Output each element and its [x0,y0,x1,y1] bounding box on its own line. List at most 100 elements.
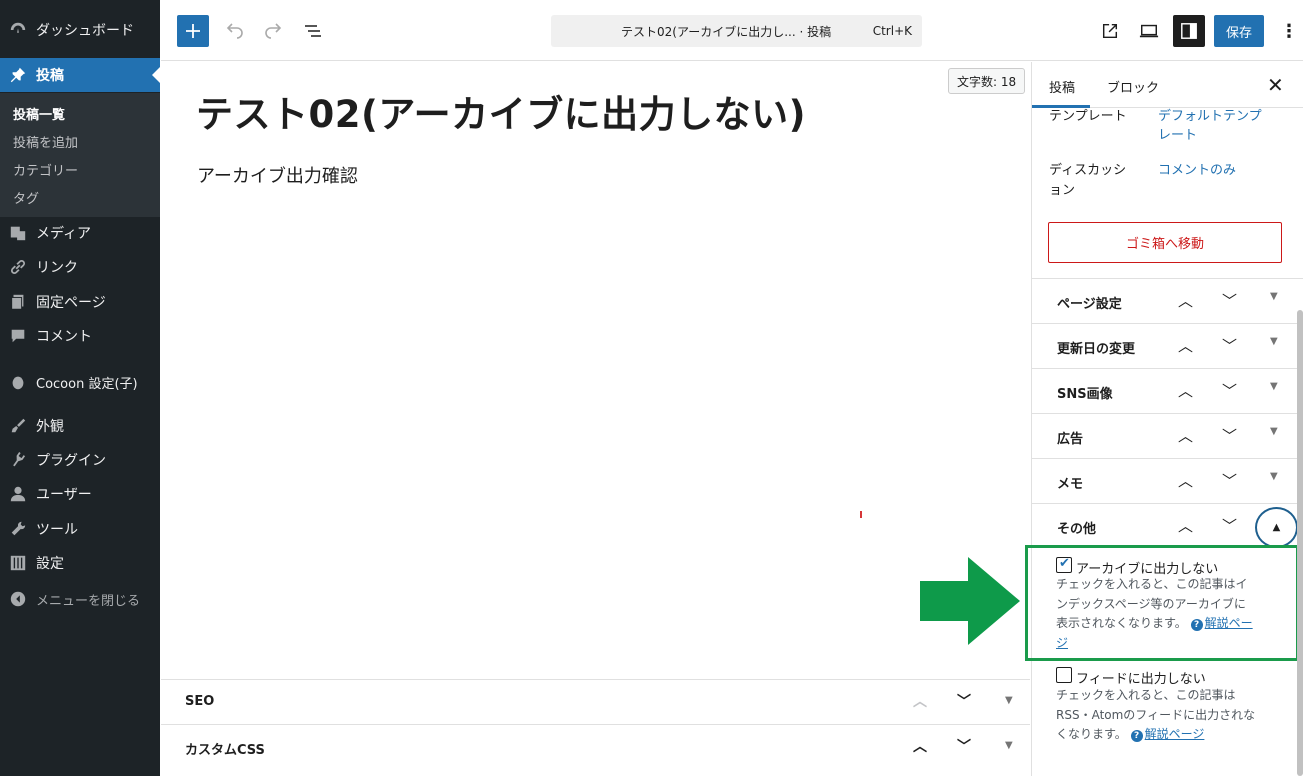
discussion-label-line-2: ョン [1049,183,1076,198]
menu-comments[interactable]: コメント [0,319,160,353]
chevron-down-icon[interactable]: ﹀ [1222,425,1237,446]
paragraph-block[interactable]: アーカイブ出力確認 [197,162,358,188]
chevron-up-icon[interactable]: ︿ [1178,380,1193,401]
metabox-custom-css[interactable]: カスタムCSS ︿ ﹀ ▼ [161,724,1030,769]
command-palette-bar[interactable]: テスト02(アーカイブに出力し... · 投稿 Ctrl+K [551,15,922,47]
document-overview-button[interactable] [301,19,325,43]
caret-up-icon[interactable]: ▲ [1255,507,1298,548]
submenu-add-post[interactable]: 投稿を追加 [13,132,78,151]
settings-sidebar-toggle[interactable] [1173,15,1205,47]
submenu-categories[interactable]: カテゴリー [13,160,78,179]
chevron-down-icon[interactable]: ﹀ [1222,470,1237,491]
options-menu-button[interactable]: ⋮ [1277,19,1301,43]
external-link-icon [1102,23,1118,39]
menu-settings[interactable]: 設定 [0,546,160,580]
add-block-button[interactable] [177,15,209,47]
menu-pages[interactable]: 固定ページ [0,285,160,319]
caret-down-icon[interactable]: ▼ [1270,336,1278,347]
panel-title: 広告 [1057,432,1084,447]
close-icon[interactable]: ✕ [1267,73,1284,97]
menu-users[interactable]: ユーザー [0,477,160,511]
editor-canvas: テスト02(アーカイブに出力しない) アーカイブ出力確認 文字数: 18 [161,62,1030,679]
caret-down-icon[interactable]: ▼ [1270,426,1278,437]
menu-tools-label: ツール [36,522,78,538]
caret-down-icon[interactable]: ▼ [1270,381,1278,392]
menu-dashboard[interactable]: ダッシュボード [0,13,160,47]
discussion-value[interactable]: コメントのみ [1158,161,1236,181]
chevron-down-icon[interactable]: ﹀ [1222,515,1237,536]
caret-down-icon[interactable]: ▼ [1005,740,1013,751]
menu-cocoon[interactable]: Cocoon 設定(子) [0,365,160,399]
highlight-box [1025,545,1299,661]
post-title[interactable]: テスト02(アーカイブに出力しない) [196,84,806,138]
discussion-label-line-1: ディスカッシ [1049,163,1127,178]
chevron-up-icon[interactable]: ︿ [913,736,927,756]
caret-down-icon[interactable]: ▼ [1270,291,1278,302]
dashboard-icon [0,21,36,39]
chevron-down-icon[interactable]: ﹀ [957,736,971,756]
no-feed-desc-line-2: RSS・Atomのフィードに出力されな [1056,707,1256,722]
no-feed-help-link[interactable]: 解説ページ [1145,727,1205,741]
comment-icon [0,327,36,345]
template-label: テンプレート [1049,109,1127,124]
move-to-trash-button[interactable]: ゴミ箱へ移動 [1048,222,1282,263]
tab-block[interactable]: ブロック [1107,77,1159,96]
desktop-preview-icon [1139,24,1159,38]
tab-post[interactable]: 投稿 [1049,77,1075,96]
menu-dashboard-label: ダッシュボード [36,23,134,39]
chevron-down-icon[interactable]: ﹀ [1222,380,1237,401]
settings-sliders-icon [0,554,36,572]
user-icon [0,485,36,503]
pages-icon [0,293,36,311]
menu-posts-label: 投稿 [36,68,64,84]
menu-media-label: メディア [36,226,92,242]
help-icon: ? [1130,730,1143,742]
menu-posts[interactable]: 投稿 [0,58,160,92]
panel-page-settings[interactable]: ページ設定 ︿ ﹀ ▼ [1032,278,1303,323]
chevron-up-icon[interactable]: ︿ [1178,470,1193,491]
chevron-up-icon[interactable]: ︿ [1178,290,1193,311]
chevron-down-icon[interactable]: ﹀ [1222,290,1237,311]
save-button[interactable]: 保存 [1214,15,1264,47]
submenu-tags[interactable]: タグ [13,188,39,207]
caret-down-icon[interactable]: ▼ [1005,695,1013,706]
editor-header: テスト02(アーカイブに出力し... · 投稿 Ctrl+K 保存 ⋮ [161,0,1303,61]
panel-other[interactable]: その他 ︿ ﹀ ▲ [1032,503,1303,548]
metabox-seo[interactable]: SEO ︿ ﹀ ▼ [161,679,1030,724]
template-value-line-2[interactable]: レート [1158,126,1197,146]
panel-title: SNS画像 [1057,387,1113,402]
chevron-up-icon[interactable]: ︿ [1178,515,1193,536]
menu-appearance[interactable]: 外観 [0,409,160,443]
no-feed-label: フィードに出力しない [1076,672,1206,687]
chevron-up-icon[interactable]: ︿ [1178,425,1193,446]
chevron-up-icon[interactable]: ︿ [1178,335,1193,356]
chevron-down-icon[interactable]: ﹀ [1222,335,1237,356]
preview-button[interactable] [1137,19,1161,43]
link-icon [0,258,36,276]
menu-users-label: ユーザー [36,487,92,503]
panel-ads[interactable]: 広告 ︿ ﹀ ▼ [1032,413,1303,458]
no-feed-checkbox[interactable] [1056,667,1072,683]
pushpin-icon [0,66,36,84]
panel-sns-image[interactable]: SNS画像 ︿ ﹀ ▼ [1032,368,1303,413]
view-post-button[interactable] [1098,19,1122,43]
panel-memo[interactable]: メモ ︿ ﹀ ▼ [1032,458,1303,503]
menu-tools[interactable]: ツール [0,512,160,546]
chevron-up-icon[interactable]: ︿ [913,691,927,711]
panel-title: その他 [1057,522,1097,537]
chevron-down-icon[interactable]: ﹀ [957,691,971,711]
sidebar-icon [1181,23,1197,39]
menu-plugins[interactable]: プラグイン [0,443,160,477]
undo-button[interactable] [223,19,247,43]
menu-links[interactable]: リンク [0,250,160,284]
menu-collapse[interactable]: メニューを閉じる [0,582,160,616]
no-feed-desc-line-1: チェックを入れると、この記事は [1056,688,1236,702]
redo-button[interactable] [261,19,285,43]
sidebar-scrollbar[interactable] [1297,310,1303,776]
caret-down-icon[interactable]: ▼ [1270,471,1278,482]
submenu-all-posts[interactable]: 投稿一覧 [13,104,65,123]
menu-plugins-label: プラグイン [36,453,106,469]
template-value-line-1[interactable]: デフォルトテンプ [1158,107,1262,127]
menu-media[interactable]: メディア [0,216,160,250]
panel-update-date[interactable]: 更新日の変更 ︿ ﹀ ▼ [1032,323,1303,368]
